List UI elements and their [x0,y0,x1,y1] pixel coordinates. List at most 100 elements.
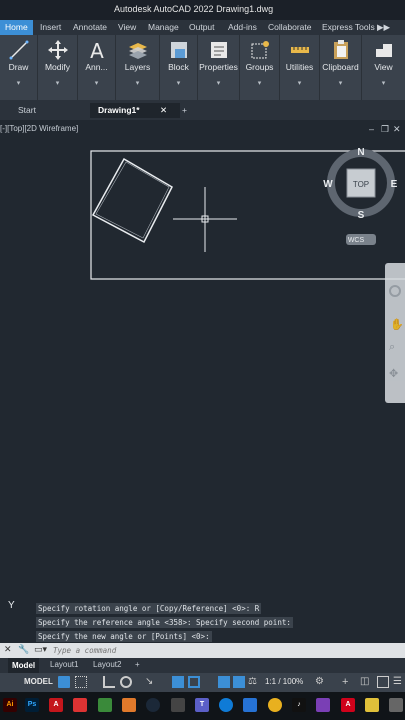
properties-icon [210,42,227,58]
tab-start[interactable]: Start [18,103,36,118]
app-icon-yellow[interactable] [365,698,379,712]
properties-panel[interactable]: Properties ▾ [198,35,240,100]
drawing-area[interactable]: [-][Top][2D Wireframe] – ❐ ✕ TOP N S W E… [0,120,405,611]
compass-n: N [357,147,364,158]
polar-icon[interactable] [120,676,132,688]
view-panel[interactable]: View ▾ [362,35,405,100]
groups-icon [251,41,269,59]
app-icon-green[interactable] [98,698,112,712]
tab-layout1[interactable]: Layout1 [50,660,78,669]
chevron-down-icon[interactable]: ▾ [116,79,159,87]
autoscale-icon[interactable] [233,676,245,688]
annotation-panel[interactable]: A Ann... ▾ [78,35,116,100]
acrobat-icon[interactable]: A [341,698,355,712]
tab-addins[interactable]: Add-ins [228,22,257,32]
annotation-scale-icon[interactable]: ⚖ [248,676,260,688]
chevron-down-icon[interactable]: ▾ [0,79,37,87]
clean-screen-icon[interactable] [377,676,389,688]
block-panel[interactable]: Block ▾ [160,35,198,100]
snap-icon[interactable] [75,676,87,688]
orbit-icon[interactable]: ✥ [389,367,398,380]
add-layout-button[interactable]: + [135,660,140,669]
chrome-icon[interactable] [268,698,282,712]
pan-icon[interactable]: ✋ [390,318,404,331]
tab-home[interactable]: Home [0,20,33,35]
ribbon: Draw ▾ Modify ▾ A Ann... ▾ Layers ▾ Bloc… [0,35,405,100]
tiktok-icon[interactable]: ♪ [292,698,306,712]
status-bar: MODEL ↘ ⚖ 1:1 / 100% ⚙ + ◫ ☰ [0,673,405,692]
steam-icon[interactable] [146,698,160,712]
groups-panel[interactable]: Groups ▾ [240,35,280,100]
close-command-line-icon[interactable]: ✕ [4,644,12,655]
document-tabs: Start Drawing1* ✕ + [0,100,405,120]
plus-icon[interactable]: + [342,676,354,688]
ucs-y-label: Y [8,600,15,611]
command-input[interactable] [53,644,403,657]
app-icon-blue[interactable] [243,698,257,712]
app-icon-red[interactable] [73,698,87,712]
model-space-toggle[interactable]: MODEL [24,677,53,686]
chevron-down-icon[interactable]: ▾ [362,79,405,87]
clipboard-panel[interactable]: Clipboard ▾ [320,35,362,100]
tab-annotate[interactable]: Annotate [73,22,107,32]
app-title: Autodesk AutoCAD 2022 Drawing1.dwg [114,4,274,14]
chevron-down-icon[interactable]: ▾ [38,79,77,87]
navigation-bar[interactable]: ✋ ⌕ ✥ [385,263,405,403]
properties-label: Properties [199,62,238,72]
chevron-down-icon[interactable]: ▾ [320,79,361,87]
tab-drawing1-label: Drawing1* [98,105,140,115]
tab-manage[interactable]: Manage [148,22,179,32]
chevron-down-icon[interactable]: ▾ [240,79,279,87]
isodraft-icon[interactable]: ↘ [145,676,157,688]
drawing-geometry: TOP N S W E WCS [90,147,405,280]
modify-panel[interactable]: Modify ▾ [38,35,78,100]
tab-view[interactable]: View [118,22,136,32]
customization-icon[interactable]: ☰ [393,676,405,688]
zoom-icon[interactable]: ⌕ [389,341,395,354]
tab-layout2[interactable]: Layout2 [93,660,121,669]
tab-model[interactable]: Model [8,658,40,673]
chevron-down-icon[interactable]: ▾ [160,79,197,87]
block-label: Block [168,62,189,72]
steering-wheel-icon[interactable] [389,285,401,297]
customize-icon[interactable]: 🔧 [18,644,29,655]
photoshop-icon[interactable]: Ps [25,698,39,712]
app-icon-gray[interactable] [389,698,403,712]
annotation-scale-value[interactable]: 1:1 / 100% [265,677,303,686]
draw-panel[interactable]: Draw ▾ [0,35,38,100]
osnap-icon[interactable] [172,676,184,688]
close-icon[interactable]: ✕ [160,103,167,118]
chevron-down-icon[interactable]: ▾ [198,79,239,87]
wcs-label: WCS [348,237,365,244]
chevron-down-icon[interactable]: ▾ [78,79,115,87]
compass-s: S [358,210,365,221]
isolate-icon[interactable]: ◫ [360,676,372,688]
tab-express-tools[interactable]: Express Tools [322,22,375,32]
rotated-square [91,157,173,244]
tabs-overflow-icon[interactable]: ▶▶ [377,22,390,33]
illustrator-icon[interactable]: Ai [3,698,17,712]
gear-icon[interactable]: ⚙ [315,676,327,688]
tab-output[interactable]: Output [189,22,215,32]
edge-icon[interactable] [219,698,233,712]
teams-icon[interactable]: T [195,698,209,712]
tab-collaborate[interactable]: Collaborate [268,22,311,32]
tab-insert[interactable]: Insert [40,22,61,32]
annotation-visibility-icon[interactable] [218,676,230,688]
app-icon-orange[interactable] [122,698,136,712]
app-icon-purple[interactable] [316,698,330,712]
command-prompt-icon[interactable]: ▭▾ [34,644,47,655]
chevron-down-icon[interactable]: ▾ [280,79,319,87]
utilities-panel[interactable]: Utilities ▾ [280,35,320,100]
grid-icon[interactable] [58,676,70,688]
command-line: ✕ 🔧 ▭▾ [0,643,405,658]
ortho-icon[interactable] [103,676,115,688]
autocad-icon[interactable]: A [49,698,63,712]
lineweight-icon[interactable] [188,676,200,688]
app-icon-dark[interactable] [171,698,185,712]
text-icon: A [90,39,104,61]
layout-tabs: Model Layout1 Layout2 + [0,658,405,673]
tab-drawing1[interactable]: Drawing1* ✕ [90,103,180,118]
new-tab-button[interactable]: + [182,103,187,118]
layers-panel[interactable]: Layers ▾ [116,35,160,100]
